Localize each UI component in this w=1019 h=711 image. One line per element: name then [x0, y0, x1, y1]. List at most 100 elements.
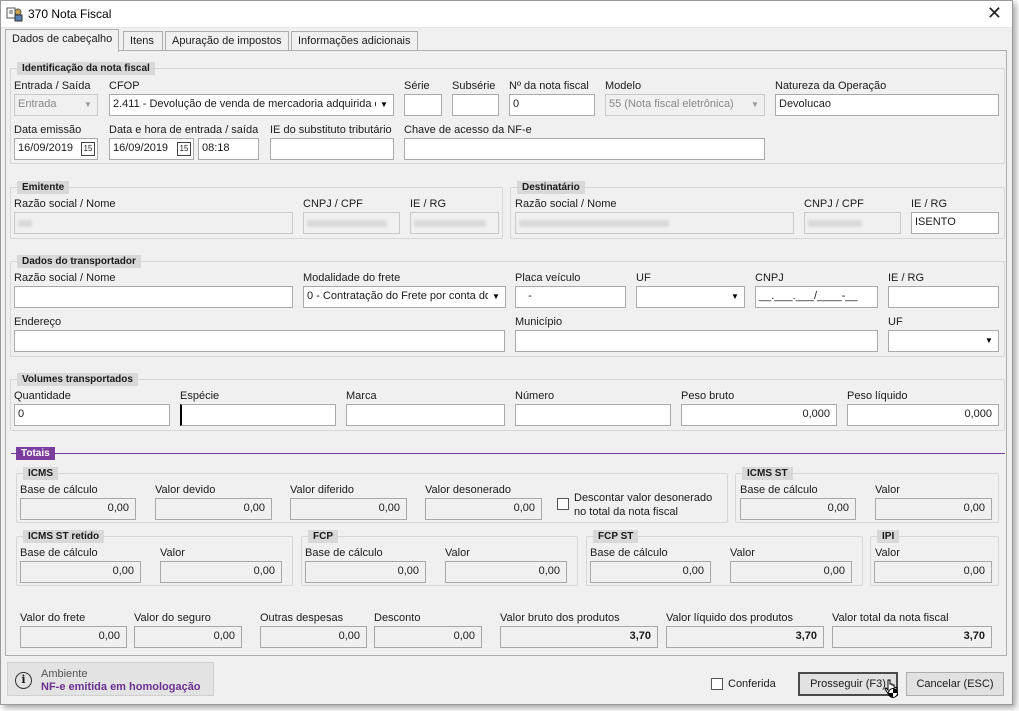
natureza-input[interactable]: Devolucao — [775, 94, 999, 116]
icms-diferido-label: Valor diferido — [290, 484, 354, 496]
nota-fiscal-window: 370 Nota Fiscal ✕ Dados de cabeçalho Ite… — [0, 0, 1013, 705]
chevron-down-icon[interactable]: ▼ — [981, 332, 997, 350]
destinatario-ie-label: IE / RG — [911, 198, 948, 210]
transp-ie-label: IE / RG — [888, 272, 925, 284]
peso-liquido-input[interactable]: 0,000 — [847, 404, 999, 426]
icms-st-valor-label: Valor — [875, 484, 900, 496]
emitente-legend: Emitente — [17, 181, 70, 194]
endereco-label: Endereço — [14, 316, 62, 328]
ambiente-label: Ambiente — [41, 668, 88, 680]
icms-devido-value: 0,00 — [155, 498, 272, 520]
ipi-legend: IPI — [877, 530, 900, 543]
ie-substituto-input[interactable] — [270, 138, 394, 160]
chevron-down-icon[interactable]: ▼ — [376, 96, 392, 114]
totais-legend: Totais — [16, 447, 55, 460]
chevron-down-icon[interactable]: ▼ — [727, 288, 743, 306]
quantidade-input[interactable]: 0 — [14, 404, 170, 426]
icms-st-base-value: 0,00 — [740, 498, 856, 520]
especie-input[interactable] — [180, 404, 336, 426]
transportador-legend: Dados do transportador — [17, 255, 141, 268]
icms-devido-label: Valor devido — [155, 484, 216, 496]
modalidade-frete-label: Modalidade do frete — [303, 272, 401, 284]
transp-razao-label: Razão social / Nome — [14, 272, 116, 284]
conferida-checkbox[interactable] — [711, 678, 723, 690]
modelo-label: Modelo — [605, 80, 642, 92]
transp-uf2-select[interactable]: ▼ — [888, 330, 999, 352]
modalidade-frete-select[interactable]: 0 - Contratação do Frete por conta do ▼ — [303, 286, 506, 308]
close-icon[interactable]: ✕ — [987, 3, 1002, 24]
emitente-razao-label: Razão social / Nome — [14, 198, 116, 210]
destinatario-cnpj-label: CNPJ / CPF — [804, 198, 864, 210]
fcp-base-value: 0,00 — [305, 561, 426, 583]
window-title: 370 Nota Fiscal — [28, 7, 112, 21]
placa-veiculo-input[interactable]: - — [515, 286, 626, 308]
seguro-value: 0,00 — [134, 626, 242, 648]
destinatario-ie-input[interactable]: ISENTO — [911, 212, 999, 234]
peso-bruto-label: Peso bruto — [681, 390, 735, 402]
serie-input[interactable] — [404, 94, 442, 116]
fcp-legend: FCP — [308, 530, 338, 543]
chevron-down-icon[interactable]: ▼ — [488, 288, 504, 306]
descontar-desonerado-label-1: Descontar valor desonerado — [574, 492, 713, 504]
municipio-input[interactable] — [515, 330, 878, 352]
transp-razao-input[interactable] — [14, 286, 293, 308]
tab-informacoes-adicionais[interactable]: Informações adicionais — [291, 31, 418, 51]
numero-vol-input[interactable] — [515, 404, 671, 426]
tab-dados-cabecalho[interactable]: Dados de cabeçalho — [5, 29, 119, 52]
seguro-label: Valor do seguro — [134, 612, 211, 624]
emitente-cnpj-label: CNPJ / CPF — [303, 198, 363, 210]
transp-uf-select[interactable]: ▼ — [636, 286, 745, 308]
icms-base-label: Base de cálculo — [20, 484, 98, 496]
outras-despesas-value: 0,00 — [260, 626, 367, 648]
valor-total-value: 3,70 — [832, 626, 992, 648]
destinatario-legend: Destinatário — [517, 181, 585, 194]
serie-label: Série — [404, 80, 430, 92]
numero-nf-input[interactable]: 0 — [509, 94, 595, 116]
icms-desonerado-label: Valor desonerado — [425, 484, 512, 496]
fcp-valor-value: 0,00 — [445, 561, 567, 583]
entrada-saida-label: Entrada / Saída — [14, 80, 91, 92]
icms-st-retido-valor-label: Valor — [160, 547, 185, 559]
peso-bruto-input[interactable]: 0,000 — [681, 404, 837, 426]
modelo-select: 55 (Nota fiscal eletrônica) ▼ — [605, 94, 765, 116]
tab-apuracao-impostos[interactable]: Apuração de impostos — [165, 31, 289, 51]
ident-legend: Identificação da nota fiscal — [17, 62, 155, 75]
fcp-st-valor-label: Valor — [730, 547, 755, 559]
icms-desonerado-value: 0,00 — [425, 498, 542, 520]
icms-st-retido-base-value: 0,00 — [20, 561, 141, 583]
marca-input[interactable] — [346, 404, 505, 426]
valor-liquido-value: 3,70 — [666, 626, 824, 648]
descontar-desonerado-label-2: no total da nota fiscal — [574, 506, 678, 518]
ie-substituto-label: IE do substituto tributário — [270, 124, 392, 136]
valor-total-label: Valor total da nota fiscal — [832, 612, 949, 624]
subserie-input[interactable] — [452, 94, 499, 116]
emitente-ie-input — [410, 212, 499, 234]
app-icon — [6, 7, 23, 22]
volumes-legend: Volumes transportados — [17, 373, 138, 386]
marca-label: Marca — [346, 390, 377, 402]
data-emissao-input[interactable]: 16/09/2019 15 — [14, 138, 98, 160]
icms-st-valor-value: 0,00 — [875, 498, 992, 520]
emitente-razao-input — [14, 212, 293, 234]
quantidade-label: Quantidade — [14, 390, 71, 402]
data-entrada-input[interactable]: 16/09/2019 15 — [109, 138, 194, 160]
transp-uf2-label: UF — [888, 316, 903, 328]
hora-entrada-input[interactable]: 08:18 — [198, 138, 259, 160]
calendar-icon[interactable]: 15 — [81, 142, 95, 156]
fcp-st-valor-value: 0,00 — [730, 561, 852, 583]
transp-cnpj-input[interactable]: __.___.___/____-__ — [755, 286, 878, 308]
descontar-desonerado-checkbox[interactable] — [557, 498, 569, 510]
valor-liquido-label: Valor líquido dos produtos — [666, 612, 793, 624]
transp-ie-input[interactable] — [888, 286, 999, 308]
cancelar-button[interactable]: Cancelar (ESC) — [906, 672, 1004, 696]
endereco-input[interactable] — [14, 330, 505, 352]
numero-vol-label: Número — [515, 390, 555, 402]
cfop-select[interactable]: 2.411 - Devolução de venda de mercadoria… — [109, 94, 394, 116]
subserie-label: Subsérie — [452, 80, 496, 92]
chave-acesso-input[interactable] — [404, 138, 765, 160]
calendar-icon[interactable]: 15 — [177, 142, 191, 156]
icms-st-retido-legend: ICMS ST retido — [23, 530, 105, 543]
data-hora-label: Data e hora de entrada / saída — [109, 124, 259, 136]
tab-itens[interactable]: Itens — [123, 31, 163, 51]
fcp-st-base-label: Base de cálculo — [590, 547, 668, 559]
